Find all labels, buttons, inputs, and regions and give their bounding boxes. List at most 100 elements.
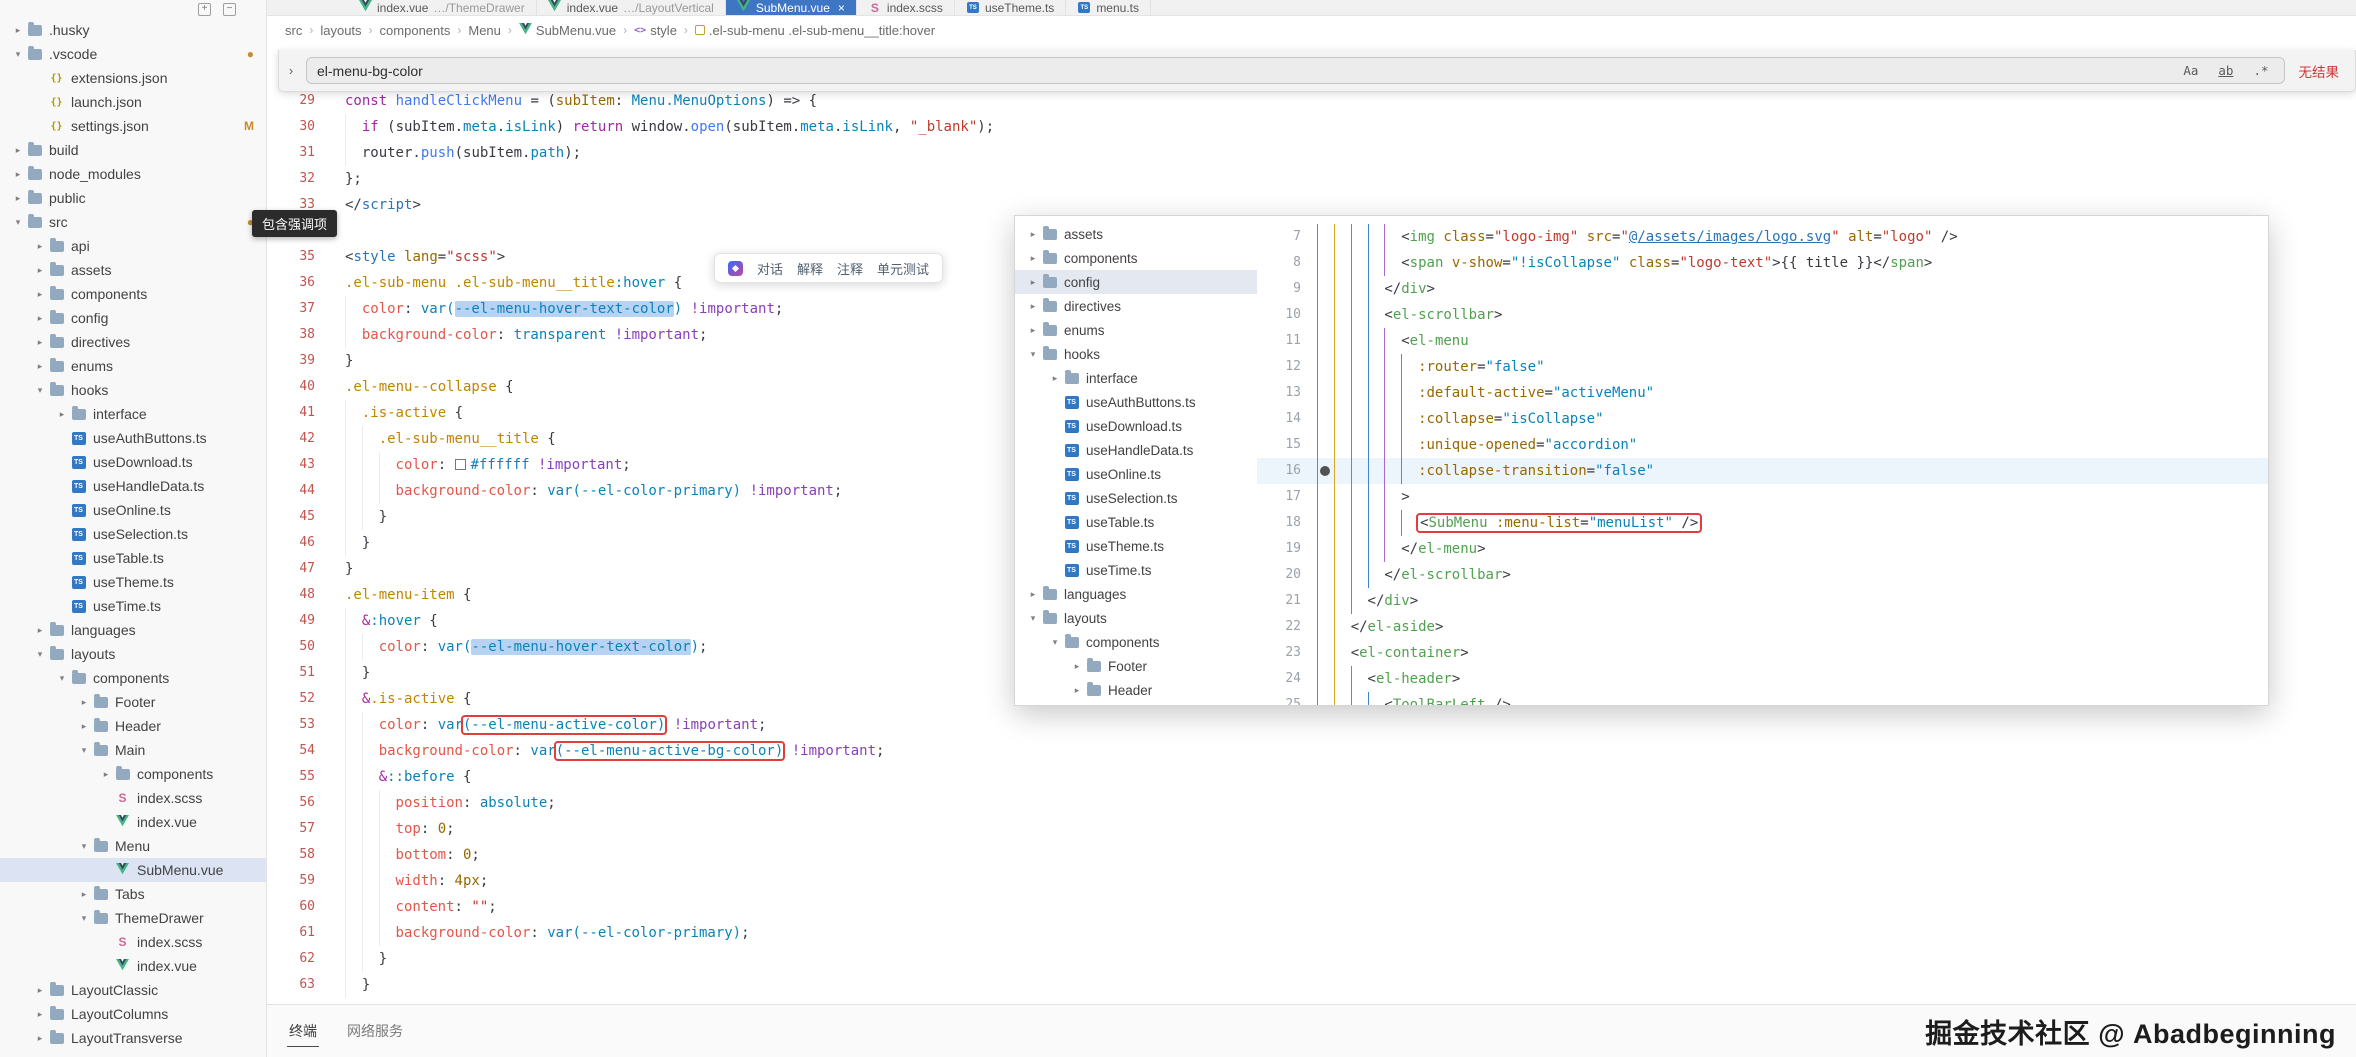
breadcrumb-item-1[interactable]: src bbox=[285, 23, 302, 38]
breadcrumb-item-3[interactable]: components bbox=[380, 23, 451, 38]
tab-index.scss[interactable]: Sindex.scss bbox=[857, 0, 955, 15]
line-number[interactable]: 61 bbox=[267, 920, 345, 946]
line-number[interactable]: 48 bbox=[267, 582, 345, 608]
tree-file-launch.json[interactable]: {} launch.json bbox=[0, 90, 266, 114]
breadcrumb-item-2[interactable]: layouts bbox=[320, 23, 361, 38]
tree-file-useOnline.ts[interactable]: TS useOnline.ts bbox=[0, 498, 266, 522]
tree-file-settings.json[interactable]: {} settings.json M bbox=[0, 114, 266, 138]
line-number[interactable]: 55 bbox=[267, 764, 345, 790]
tree-folder-Menu[interactable]: ▾ Menu bbox=[0, 834, 266, 858]
tree-file-useTable.ts[interactable]: TS useTable.ts bbox=[0, 546, 266, 570]
match-case-icon[interactable]: Aa bbox=[2178, 62, 2203, 79]
tree-folder-LayoutClassic[interactable]: ▸ LayoutClassic bbox=[0, 978, 266, 1002]
line-number[interactable]: 54 bbox=[267, 738, 345, 764]
tree-file-index.scss[interactable]: Sindex.scss bbox=[0, 786, 266, 810]
tree-folder-ThemeDrawer[interactable]: ▾ ThemeDrawer bbox=[0, 906, 266, 930]
ai-action-解释[interactable]: 解释 bbox=[797, 259, 823, 278]
code-line-54[interactable]: 54 background-color: var(--el-menu-active… bbox=[267, 738, 2356, 764]
line-number[interactable]: 37 bbox=[267, 296, 345, 322]
tree-folder-directives[interactable]: ▸ directives bbox=[0, 330, 266, 354]
tree-folder-Main[interactable]: ▾ Main bbox=[0, 738, 266, 762]
tree-folder-components[interactable]: ▸ components bbox=[0, 762, 266, 786]
code-line-61[interactable]: 61 background-color: var(--el-color-prima… bbox=[267, 920, 2356, 946]
line-number[interactable]: 52 bbox=[267, 686, 345, 712]
tree-folder-LayoutColumns[interactable]: ▸ LayoutColumns bbox=[0, 1002, 266, 1026]
line-number[interactable]: 51 bbox=[267, 660, 345, 686]
line-number[interactable]: 53 bbox=[267, 712, 345, 738]
code-line-53[interactable]: 53 color: var(--el-menu-active-color) !im… bbox=[267, 712, 2356, 738]
tab-menu.ts[interactable]: TS menu.ts bbox=[1066, 0, 1151, 15]
tree-file-useTime.ts[interactable]: TS useTime.ts bbox=[0, 594, 266, 618]
tree-folder-public[interactable]: ▸ public bbox=[0, 186, 266, 210]
line-number[interactable]: 60 bbox=[267, 894, 345, 920]
line-number[interactable]: 43 bbox=[267, 452, 345, 478]
tree-file-index.vue[interactable]: index.vue bbox=[0, 810, 266, 834]
ai-action-注释[interactable]: 注释 bbox=[837, 259, 863, 278]
tree-file-SubMenu.vue[interactable]: SubMenu.vue bbox=[0, 858, 266, 882]
close-tab-icon[interactable]: × bbox=[838, 1, 845, 15]
line-number[interactable]: 38 bbox=[267, 322, 345, 348]
tree-file-index.vue[interactable]: index.vue bbox=[0, 954, 266, 978]
breadcrumb-item-7[interactable]: .el-sub-menu .el-sub-menu__title:hover bbox=[694, 23, 935, 38]
tree-file-useDownload.ts[interactable]: TS useDownload.ts bbox=[0, 450, 266, 474]
tab-index.vue[interactable]: index.vue …/LayoutVertical bbox=[537, 0, 726, 15]
code-line-30[interactable]: 30 if (subItem.meta.isLink) return window… bbox=[267, 114, 2356, 140]
tree-file-useAuthButtons.ts[interactable]: TS useAuthButtons.ts bbox=[0, 426, 266, 450]
tree-folder-components[interactable]: ▾ components bbox=[0, 666, 266, 690]
tab-SubMenu.vue[interactable]: SubMenu.vue × bbox=[725, 0, 857, 15]
collapse-folders-icon[interactable]: − bbox=[223, 2, 236, 16]
line-number[interactable]: 45 bbox=[267, 504, 345, 530]
tree-folder-Footer[interactable]: ▸ Footer bbox=[0, 690, 266, 714]
code-line-59[interactable]: 59 width: 4px; bbox=[267, 868, 2356, 894]
tree-folder-enums[interactable]: ▸ enums bbox=[0, 354, 266, 378]
line-number[interactable]: 50 bbox=[267, 634, 345, 660]
code-line-55[interactable]: 55 &::before { bbox=[267, 764, 2356, 790]
tree-file-extensions.json[interactable]: {} extensions.json bbox=[0, 66, 266, 90]
line-number[interactable]: 31 bbox=[267, 140, 345, 166]
line-number[interactable]: 63 bbox=[267, 972, 345, 998]
tab-useTheme.ts[interactable]: TS useTheme.ts bbox=[955, 0, 1067, 15]
whole-word-icon[interactable]: ab bbox=[2213, 62, 2238, 79]
find-input[interactable] bbox=[317, 62, 2169, 79]
line-number[interactable]: 62 bbox=[267, 946, 345, 972]
tree-folder-hooks[interactable]: ▾ hooks bbox=[0, 378, 266, 402]
tree-folder-interface[interactable]: ▸ interface bbox=[0, 402, 266, 426]
tree-file-useHandleData.ts[interactable]: TS useHandleData.ts bbox=[0, 474, 266, 498]
tree-file-useSelection.ts[interactable]: TS useSelection.ts bbox=[0, 522, 266, 546]
tree-file-index.scss[interactable]: Sindex.scss bbox=[0, 930, 266, 954]
code-line-56[interactable]: 56 position: absolute; bbox=[267, 790, 2356, 816]
code-line-58[interactable]: 58 bottom: 0; bbox=[267, 842, 2356, 868]
line-number[interactable]: 59 bbox=[267, 868, 345, 894]
tree-folder-Tabs[interactable]: ▸ Tabs bbox=[0, 882, 266, 906]
ai-action-单元测试[interactable]: 单元测试 bbox=[877, 259, 929, 278]
tab-index.vue[interactable]: index.vue …/ThemeDrawer bbox=[347, 0, 537, 15]
line-number[interactable]: 42 bbox=[267, 426, 345, 452]
code-line-63[interactable]: 63} bbox=[267, 972, 2356, 998]
line-number[interactable]: 44 bbox=[267, 478, 345, 504]
tree-folder-.vscode[interactable]: ▾ .vscode ● bbox=[0, 42, 266, 66]
line-number[interactable]: 30 bbox=[267, 114, 345, 140]
line-number[interactable]: 47 bbox=[267, 556, 345, 582]
panel-tab-网络服务[interactable]: 网络服务 bbox=[345, 1016, 405, 1046]
code-line-62[interactable]: 62} bbox=[267, 946, 2356, 972]
toggle-replace-icon[interactable]: › bbox=[284, 63, 298, 78]
tree-folder-languages[interactable]: ▸ languages bbox=[0, 618, 266, 642]
line-number[interactable]: 49 bbox=[267, 608, 345, 634]
tree-folder-Header[interactable]: ▸ Header bbox=[0, 714, 266, 738]
breadcrumb-item-4[interactable]: Menu bbox=[468, 23, 501, 38]
line-number[interactable]: 41 bbox=[267, 400, 345, 426]
tree-folder-api[interactable]: ▸ api bbox=[0, 234, 266, 258]
tree-folder-layouts[interactable]: ▾ layouts bbox=[0, 642, 266, 666]
line-number[interactable]: 32 bbox=[267, 166, 345, 192]
code-line-60[interactable]: 60 content: ""; bbox=[267, 894, 2356, 920]
line-number[interactable]: 57 bbox=[267, 816, 345, 842]
line-number[interactable]: 40 bbox=[267, 374, 345, 400]
code-line-32[interactable]: 32}; bbox=[267, 166, 2356, 192]
tree-folder-src[interactable]: ▾ src ● bbox=[0, 210, 266, 234]
new-file-icon[interactable]: + bbox=[198, 2, 211, 16]
line-number[interactable]: 56 bbox=[267, 790, 345, 816]
line-number[interactable]: 58 bbox=[267, 842, 345, 868]
tree-file-useTheme.ts[interactable]: TS useTheme.ts bbox=[0, 570, 266, 594]
code-line-31[interactable]: 31 router.push(subItem.path); bbox=[267, 140, 2356, 166]
tree-folder-build[interactable]: ▸ build bbox=[0, 138, 266, 162]
